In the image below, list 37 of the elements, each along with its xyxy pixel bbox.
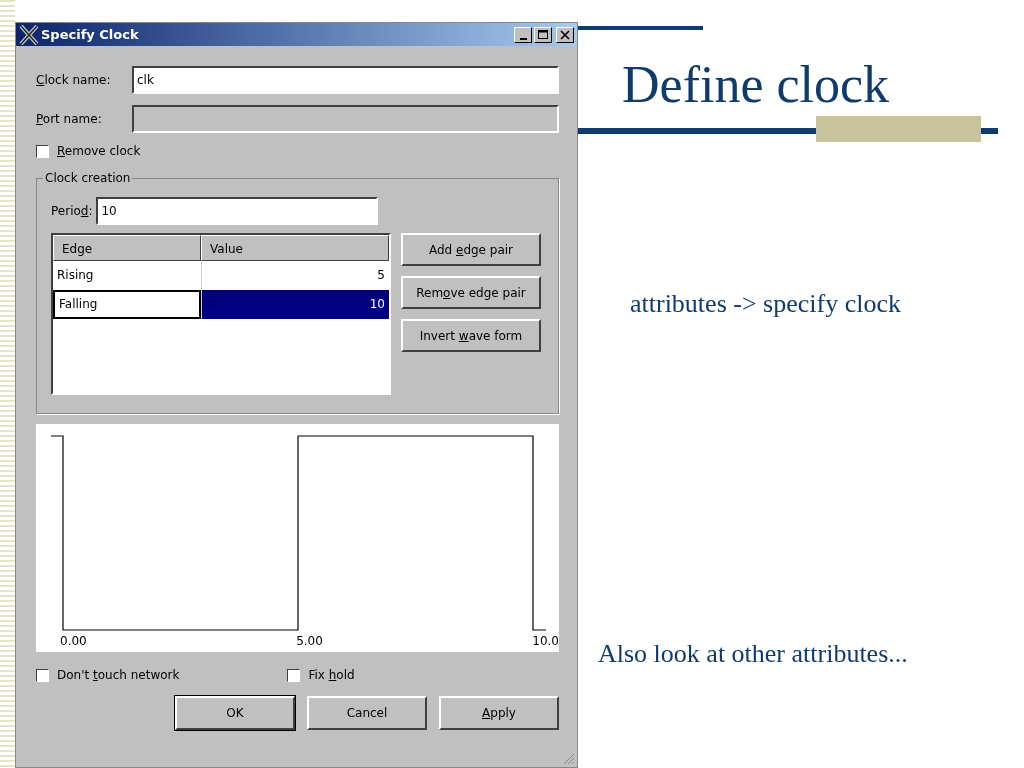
field-label: Period:: [51, 204, 93, 218]
slide-title: Define clock: [622, 55, 891, 114]
axis-label: 0.00: [60, 634, 87, 648]
dialog-button[interactable]: Cancel: [307, 696, 427, 730]
action-button[interactable]: Remove edge pair: [401, 276, 541, 309]
period-field[interactable]: 10: [96, 197, 379, 225]
table-cell[interactable]: 10: [201, 290, 389, 319]
dialog-button[interactable]: Apply: [439, 696, 559, 730]
table-cell[interactable]: Falling: [53, 290, 201, 319]
group-title: Clock creation: [43, 171, 133, 185]
field-label: Clock name:: [36, 73, 112, 87]
checkbox-label: Fix hold: [308, 668, 355, 682]
maximize-button[interactable]: [534, 26, 552, 43]
minimize-button[interactable]: [514, 26, 532, 43]
close-button[interactable]: [556, 26, 574, 43]
checkbox-label: Remove clock: [57, 144, 141, 158]
slide-text: attributes -> specify clock: [630, 289, 902, 319]
table-cell[interactable]: Rising: [53, 261, 201, 290]
action-button[interactable]: Invert wave form: [401, 319, 541, 352]
axis-label: 10.0: [532, 634, 559, 648]
resize-grip-icon: [563, 753, 575, 765]
checkbox-label: Don't touch network: [57, 668, 180, 682]
checkbox[interactable]: [36, 144, 49, 158]
maximize-icon: [536, 28, 550, 41]
checkbox[interactable]: [36, 668, 49, 682]
column-header[interactable]: Value: [201, 235, 389, 261]
dialog-button[interactable]: OK: [175, 696, 295, 730]
text-field[interactable]: clk: [132, 66, 559, 94]
close-icon: [558, 28, 572, 41]
field-label: Port name:: [36, 112, 103, 126]
column-header[interactable]: Edge: [53, 235, 201, 261]
window-title: Specify Clock: [41, 27, 140, 42]
minimize-icon: [519, 37, 527, 40]
slide-text: Also look at other attributes...: [598, 639, 909, 669]
action-button[interactable]: Add edge pair: [401, 233, 541, 266]
checkbox[interactable]: [287, 668, 301, 682]
axis-label: 5.00: [296, 634, 323, 648]
